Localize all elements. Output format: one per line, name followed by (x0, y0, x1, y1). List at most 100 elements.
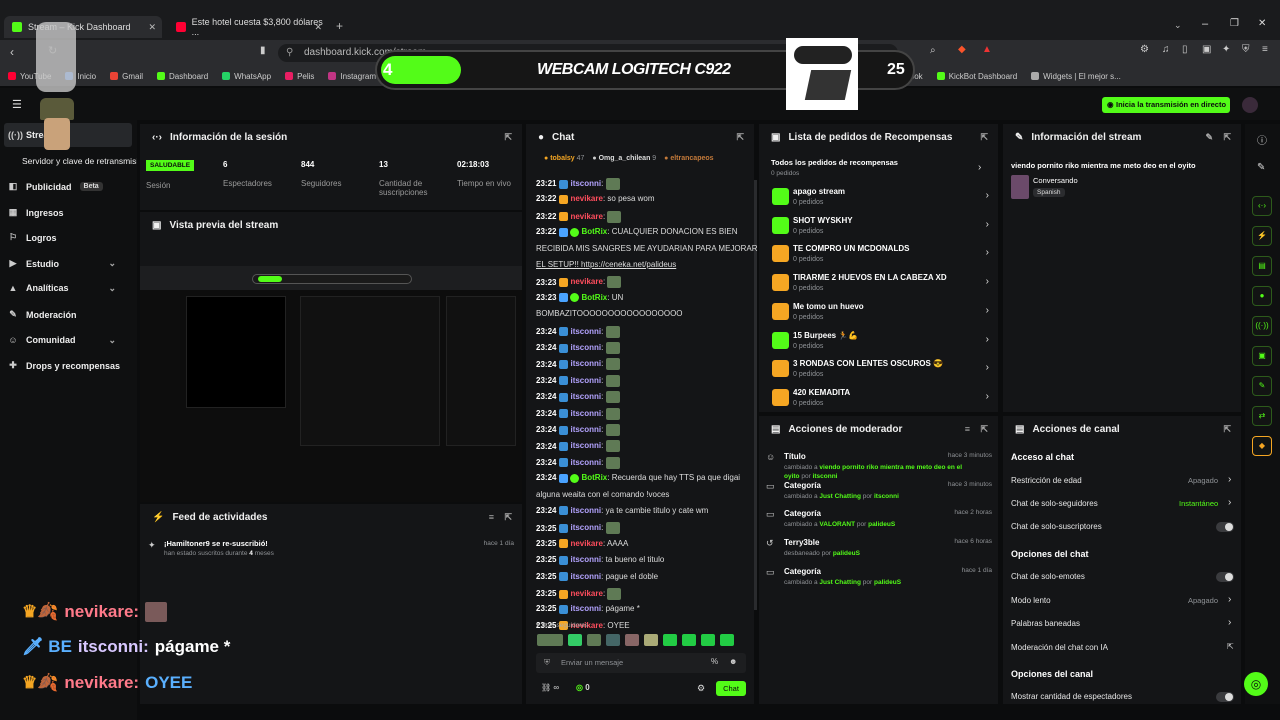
chat-message[interactable]: EL SETUP!! https://ceneka.net/palideus (536, 260, 676, 269)
close-window-icon[interactable]: ✕ (1258, 18, 1266, 29)
chat-message[interactable]: 23:25 nevikare: AAAA (536, 539, 628, 549)
slow-mode-value[interactable]: Apagado (1188, 596, 1218, 605)
popout-icon[interactable]: ⇱ (980, 424, 988, 435)
rail-rewards-button[interactable]: ▣ (1252, 346, 1272, 366)
external-link-icon[interactable]: ⇱ (1227, 642, 1234, 651)
brave-shield-icon[interactable]: ◆ (958, 44, 966, 55)
mod-action-item[interactable]: ▭ Categoría cambiado a Just Chatting por i… (766, 481, 996, 505)
all-rewards-label[interactable]: Todos los pedidos de recompensas (771, 158, 898, 167)
reward-item[interactable]: 420 KEMADITA 0 pedidos › (770, 385, 995, 413)
bookmark-item[interactable]: KickBot Dashboard (936, 72, 1017, 81)
chevron-right-icon[interactable]: › (1228, 594, 1231, 605)
chat-username[interactable]: BotRix (581, 473, 607, 482)
chat-username[interactable]: itsconni (570, 506, 601, 515)
back-icon[interactable]: ‹ (10, 45, 14, 59)
chat-username[interactable]: itsconni (570, 442, 601, 451)
age-restriction-value[interactable]: Apagado (1188, 476, 1218, 485)
mod-action-item[interactable]: ↺ Terry3ble desbaneado por palideuS hace 6 … (766, 538, 996, 562)
chat-message[interactable]: alguna weaita con el comando !voces (536, 490, 669, 499)
menu-icon[interactable]: ≡ (1262, 44, 1268, 55)
pencil-icon[interactable]: ✎ (1257, 162, 1265, 173)
emote-icon[interactable] (625, 634, 639, 646)
rail-broadcast-button[interactable]: ((·)) (1252, 316, 1272, 336)
hamburger-menu-icon[interactable]: ☰ (12, 98, 22, 111)
vpn-icon[interactable]: ⛨ (1242, 44, 1250, 55)
sidebar-item-drops[interactable]: ✚ Drops y recompensas (8, 360, 120, 371)
reward-item[interactable]: Me tomo un huevo 0 pedidos › (770, 299, 995, 327)
emoji-icon[interactable]: ☻ (729, 657, 737, 666)
emote-icon[interactable] (720, 634, 734, 646)
rail-doc-button[interactable]: ▤ (1252, 256, 1272, 276)
chat-message[interactable]: RECIBIDA MIS SANGRES ME AYUDARIAN PARA M… (536, 244, 758, 253)
emote-icon[interactable] (682, 634, 696, 646)
chat-username[interactable]: itsconni (570, 572, 601, 581)
rail-session-button[interactable]: ‹·› (1252, 196, 1272, 216)
chevron-right-icon[interactable]: › (978, 162, 981, 173)
chat-message[interactable]: 23:23 BotRix: UN (536, 293, 623, 303)
chat-settings-icon[interactable]: ⚙ (697, 683, 705, 694)
emote-icon[interactable] (701, 634, 715, 646)
emote-icon[interactable] (537, 634, 563, 646)
chat-message[interactable]: 23:24 itsconni: (536, 440, 620, 453)
reward-item[interactable]: TIRARME 2 HUEVOS EN LA CABEZA XD 0 pedido… (770, 270, 995, 298)
chat-message[interactable]: 23:24 itsconni: (536, 342, 620, 354)
reward-item[interactable]: 15 Burpees 🏃💪 0 pedidos › (770, 328, 995, 356)
popout-icon[interactable]: ⇱ (736, 132, 744, 143)
tab-kick-dashboard[interactable]: Stream – Kick Dashboard ✕ (4, 16, 162, 38)
chat-message[interactable]: BOMBAZITOOOOOOOOOOOOOOOOO (536, 309, 683, 318)
chat-message[interactable]: 23:24 itsconni: (536, 374, 620, 387)
chat-message[interactable]: 23:22 nevikare: so pesa wom (536, 194, 655, 204)
sidebar-item-estudio[interactable]: ▶ Estudio ⌄ (8, 258, 128, 269)
popout-icon[interactable]: ⇱ (1223, 424, 1231, 435)
rail-chat-button[interactable]: ● (1252, 286, 1272, 306)
chat-message[interactable]: 23:24 BotRix: Recuerda que hay TTS pa que… (536, 473, 740, 483)
mod-action-item[interactable]: ▭ Categoría cambiado a VALORANT por palide… (766, 509, 996, 533)
bookmark-item[interactable]: Dashboard (157, 72, 208, 81)
edit-icon[interactable]: ✎ (1205, 132, 1213, 143)
subs-only-toggle[interactable] (1216, 522, 1234, 532)
chat-message[interactable]: 23:25 itsconni: pague el doble (536, 572, 658, 581)
emote-icon[interactable] (568, 634, 582, 646)
wallet-icon[interactable]: ▣ (1202, 44, 1211, 55)
sidebar-item-ingresos[interactable]: ▦ Ingresos (8, 207, 64, 218)
help-chat-button[interactable]: ◎ (1244, 672, 1268, 696)
chat-message[interactable]: 23:23 nevikare: (536, 276, 622, 289)
rail-diamond-button[interactable]: ◆ (1252, 436, 1272, 456)
chat-message[interactable]: 23:21 itsconni: (536, 178, 620, 190)
popout-icon[interactable]: ⇱ (504, 132, 512, 143)
chat-username[interactable]: BotRix (581, 227, 607, 236)
chat-username[interactable]: itsconni (570, 555, 601, 564)
points-counter[interactable]: ◎ 0 (576, 683, 590, 692)
rewards-triangle-icon[interactable]: ▲ (982, 44, 992, 55)
link-icon[interactable]: ⛓ ∞ (541, 683, 559, 692)
chat-username[interactable]: nevikare (570, 278, 602, 287)
chat-username[interactable]: nevikare (570, 212, 602, 221)
chat-message[interactable]: 23:25 itsconni: ta bueno el titulo (536, 555, 664, 565)
bookmark-item[interactable]: Pelis (285, 72, 314, 81)
chat-username[interactable]: itsconni (570, 524, 601, 533)
emote-icon[interactable] (606, 634, 620, 646)
sidebar-item-analiticas[interactable]: ▲ Analíticas ⌄ (8, 283, 128, 294)
sidebar-toggle-icon[interactable]: ▯ (1182, 44, 1188, 55)
chat-username[interactable]: itsconni (570, 458, 601, 467)
popout-icon[interactable]: ⇱ (1223, 132, 1231, 143)
chat-message[interactable]: 23:24 itsconni: (536, 407, 620, 420)
chat-message[interactable]: 23:24 itsconni: (536, 358, 620, 371)
sidebar-item-comunidad[interactable]: ☺ Comunidad ⌄ (8, 335, 128, 346)
chat-username[interactable]: itsconni (570, 425, 601, 434)
chat-message[interactable]: 23:24 itsconni: ya te cambie titulo y cat… (536, 506, 708, 516)
chat-message[interactable]: 23:24 itsconni: (536, 325, 620, 338)
reward-item[interactable]: 3 RONDAS CON LENTES OSCUROS 😎 0 pedidos › (770, 356, 995, 384)
rail-share-button[interactable]: ⇄ (1252, 406, 1272, 426)
chat-username[interactable]: itsconni (570, 376, 601, 385)
popout-icon[interactable]: ⇱ (980, 132, 988, 143)
site-info-icon[interactable]: ⚲ (286, 44, 293, 62)
emotes-only-toggle[interactable] (1216, 572, 1234, 582)
chat-message[interactable]: 23:25 itsconni: (536, 522, 620, 535)
chat-username[interactable]: nevikare (570, 589, 602, 598)
bookmark-item[interactable]: Widgets | El mejor s... (1031, 72, 1121, 81)
extensions-icon[interactable]: ⚙ (1140, 44, 1149, 55)
chevron-right-icon[interactable]: › (1228, 497, 1231, 508)
avatar[interactable] (1242, 97, 1258, 113)
filter-icon[interactable]: ≡ (965, 424, 970, 434)
